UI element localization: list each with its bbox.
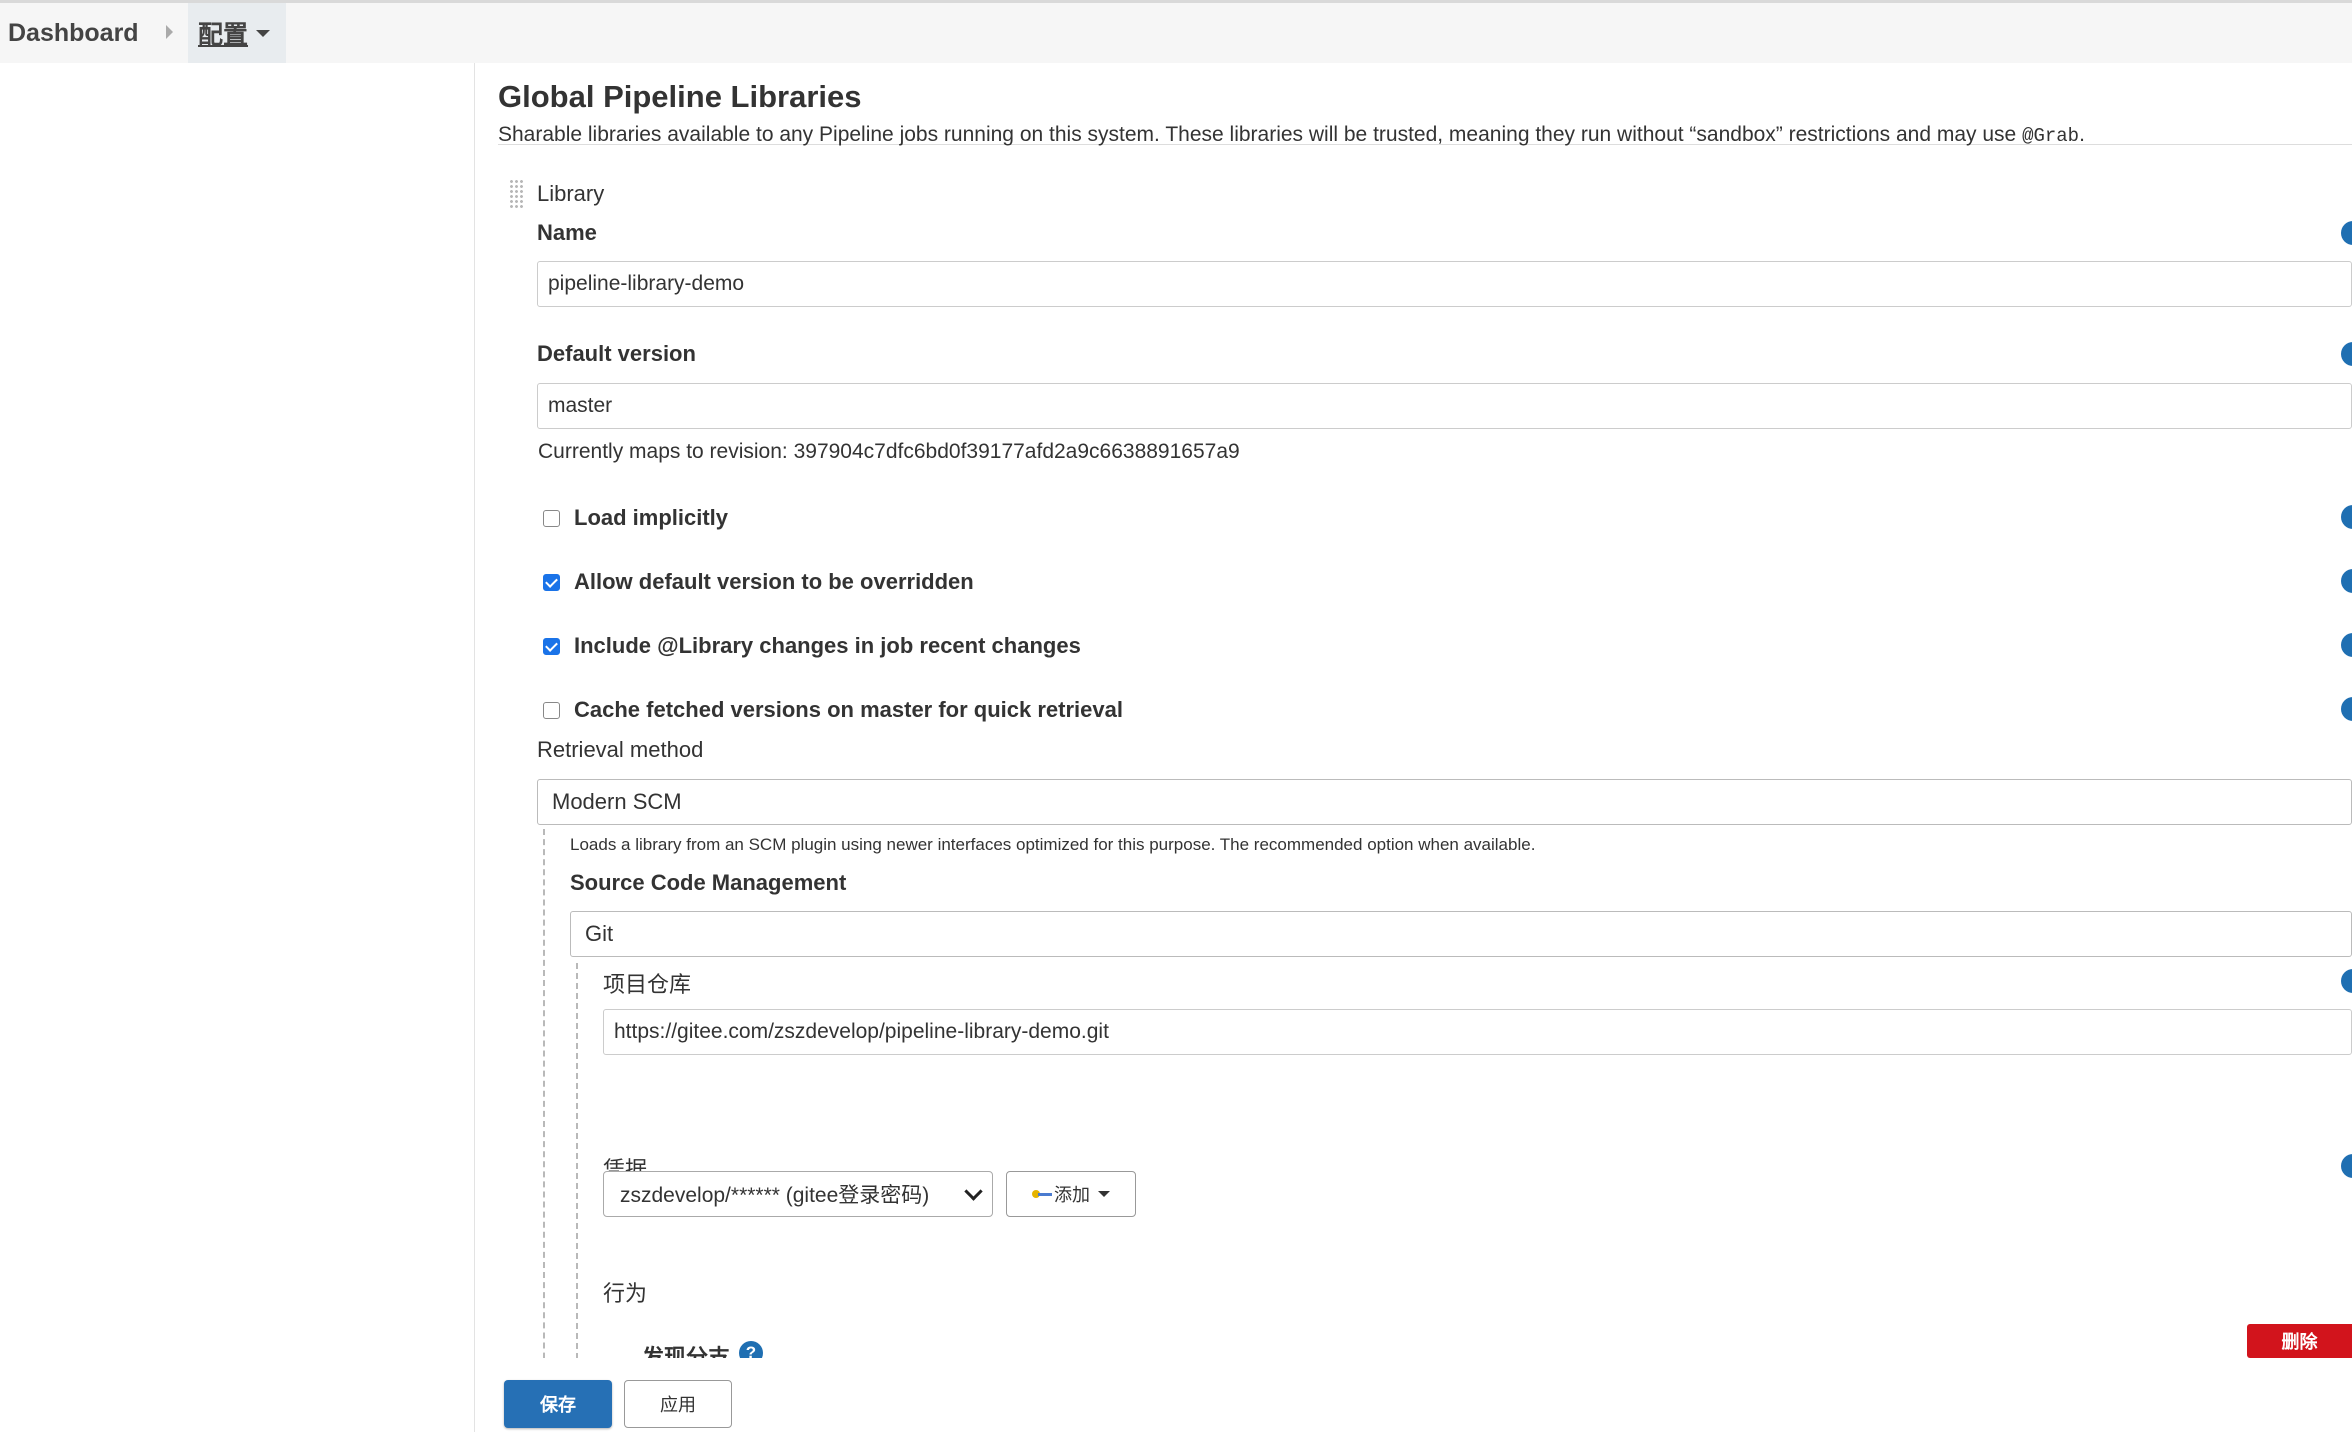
retrieval-method-label: Retrieval method: [537, 737, 704, 762]
section-description-text: Sharable libraries available to any Pipe…: [498, 123, 2023, 146]
retrieval-method-select[interactable]: Modern SCM: [537, 779, 2352, 825]
allow-override-checkbox-row[interactable]: Allow default version to be overridden: [543, 569, 974, 595]
behaviors-label: 行为: [603, 1281, 648, 1306]
name-label: Name: [537, 220, 597, 245]
help-icon[interactable]: [2341, 221, 2352, 245]
help-icon[interactable]: [2341, 569, 2352, 593]
scm-nest-line: [576, 963, 578, 1419]
repository-input[interactable]: [603, 1009, 2352, 1055]
help-icon[interactable]: [2341, 633, 2352, 657]
scm-value[interactable]: Git: [585, 921, 613, 947]
breadcrumb-dashboard-link[interactable]: Dashboard: [8, 19, 139, 48]
caret-down-icon[interactable]: [1098, 1191, 1110, 1197]
apply-button[interactable]: 应用: [624, 1380, 732, 1428]
chevron-down-icon[interactable]: [964, 1181, 983, 1201]
name-input[interactable]: [537, 261, 2352, 307]
scm-label: Source Code Management: [570, 870, 847, 895]
default-version-label: Default version: [537, 341, 696, 366]
help-icon[interactable]: [2341, 342, 2352, 366]
credentials-select[interactable]: zszdevelop/****** (gitee登录密码): [603, 1171, 993, 1217]
retrieval-method-value[interactable]: Modern SCM: [552, 789, 682, 815]
allow-override-checkbox[interactable]: [543, 573, 560, 591]
section-title: Global Pipeline Libraries: [498, 79, 862, 114]
help-icon[interactable]: [2341, 969, 2352, 993]
load-implicitly-checkbox-row[interactable]: Load implicitly: [543, 505, 728, 531]
help-icon[interactable]: [2341, 505, 2352, 529]
help-icon[interactable]: [2341, 697, 2352, 721]
scm-select[interactable]: Git: [570, 911, 2352, 957]
allow-override-label[interactable]: Allow default version to be overridden: [574, 569, 974, 595]
retrieval-nest-line: [543, 829, 545, 1419]
load-implicitly-checkbox[interactable]: [543, 509, 560, 527]
save-button[interactable]: 保存: [504, 1380, 612, 1428]
cache-versions-label[interactable]: Cache fetched versions on master for qui…: [574, 697, 1123, 723]
cache-versions-checkbox[interactable]: [543, 701, 560, 719]
chevron-down-icon[interactable]: [256, 29, 271, 37]
include-changes-label[interactable]: Include @Library changes in job recent c…: [574, 633, 1081, 659]
breadcrumb-bar: Dashboard 配置: [0, 0, 2352, 63]
revision-text: Currently maps to revision: 397904c7dfc6…: [538, 440, 1240, 463]
section-description: Sharable libraries available to any Pipe…: [498, 123, 2085, 147]
side-panel: [0, 63, 475, 1432]
breadcrumb-separator-icon: [166, 25, 173, 39]
main-content: Global Pipeline Libraries Sharable libra…: [475, 63, 2352, 1432]
add-credentials-label[interactable]: 添加: [1054, 1181, 1090, 1207]
add-credentials-button[interactable]: 添加: [1006, 1171, 1136, 1217]
breadcrumb-current-label[interactable]: 配置: [198, 15, 248, 51]
section-description-end: .: [2079, 123, 2085, 146]
repository-label: 项目仓库: [603, 972, 692, 997]
load-implicitly-label[interactable]: Load implicitly: [574, 505, 728, 531]
bottom-button-bar: [475, 1358, 2352, 1432]
drag-handle-icon[interactable]: [509, 179, 525, 209]
cache-versions-checkbox-row[interactable]: Cache fetched versions on master for qui…: [543, 697, 1123, 723]
section-description-code: @Grab: [2022, 125, 2080, 147]
library-header: Library: [537, 181, 605, 206]
delete-button[interactable]: 删除: [2247, 1324, 2352, 1358]
default-version-input[interactable]: [537, 383, 2352, 429]
credentials-value[interactable]: zszdevelop/****** (gitee登录密码): [620, 1179, 929, 1209]
retrieval-method-hint: Loads a library from an SCM plugin using…: [570, 835, 1536, 854]
include-changes-checkbox[interactable]: [543, 637, 560, 655]
breadcrumb-current-item[interactable]: 配置: [188, 3, 287, 63]
help-icon[interactable]: [2341, 1154, 2352, 1178]
include-changes-checkbox-row[interactable]: Include @Library changes in job recent c…: [543, 633, 1081, 659]
key-icon: [1032, 1189, 1052, 1199]
